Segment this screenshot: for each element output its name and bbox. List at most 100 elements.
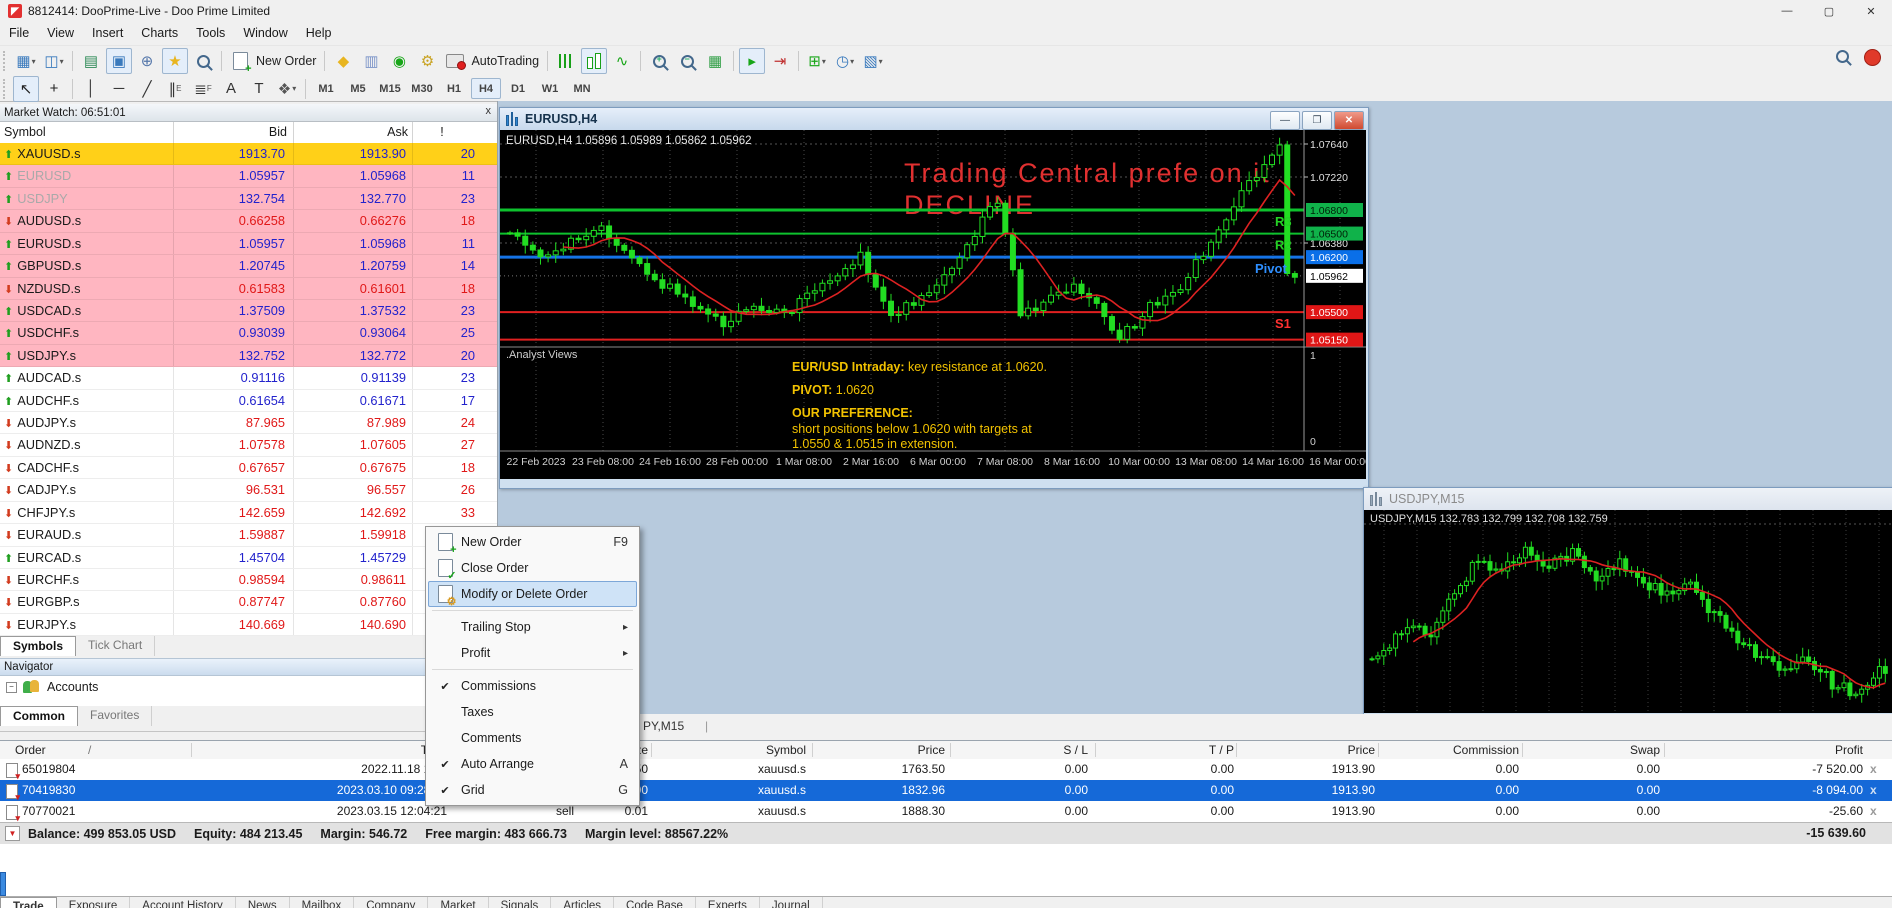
terminal-tab-code-base[interactable]: Code Base [614, 897, 696, 908]
column-spread[interactable]: ! [412, 122, 472, 143]
terminal-tab-articles[interactable]: Articles [551, 897, 614, 908]
tab-symbols[interactable]: Symbols [0, 636, 76, 656]
fibonacci-icon[interactable]: ≣F [190, 76, 216, 102]
strategy-tester-icon[interactable] [190, 48, 216, 74]
market-watch-row-eurchf.s[interactable]: ⬇EURCHF.s0.985940.98611 [0, 569, 497, 591]
eurusd-h4-chart[interactable]: Trading Central prefe on itDECLINEEURUSD… [500, 130, 1366, 479]
minimize-button[interactable]: — [1766, 0, 1808, 22]
market-watch-row-usdjpy.s[interactable]: ⬆USDJPY.s132.752132.77220 [0, 345, 497, 367]
tree-collapse-icon[interactable]: − [6, 682, 17, 693]
timeframe-h4[interactable]: H4 [471, 78, 501, 99]
column-symbol[interactable]: Symbol [4, 122, 46, 143]
autotrading-button-label[interactable]: AutoTrading [471, 54, 539, 68]
market-watch-row-eurcad.s[interactable]: ⬆EURCAD.s1.457041.45729 [0, 547, 497, 569]
menu-item-taxes[interactable]: Taxes [428, 699, 637, 725]
sort-indicator[interactable]: / [88, 741, 91, 759]
timeframe-m5[interactable]: M5 [343, 78, 373, 99]
horizontal-line-icon[interactable]: ─ [106, 76, 132, 102]
timeframe-d1[interactable]: D1 [503, 78, 533, 99]
templates-icon[interactable]: ▧▾ [860, 48, 886, 74]
timeframe-m30[interactable]: M30 [407, 78, 437, 99]
tab-tick-chart[interactable]: Tick Chart [76, 636, 155, 656]
col-profit[interactable]: Profit [1663, 741, 1863, 759]
zoom-in-icon[interactable]: + [646, 48, 672, 74]
timeframe-m1[interactable]: M1 [311, 78, 341, 99]
market-watch-row-audusd.s[interactable]: ⬇AUDUSD.s0.662580.6627618 [0, 210, 497, 232]
menu-item-new-order[interactable]: +New OrderF9 [428, 529, 637, 555]
market-watch-icon[interactable]: ▤ [78, 48, 104, 74]
chart-tab-usdjpy[interactable]: PY,M15 [643, 719, 684, 733]
menu-item-auto-arrange[interactable]: ✔Auto ArrangeA [428, 751, 637, 777]
market-watch-row-gbpusd.s[interactable]: ⬆GBPUSD.s1.207451.2075914 [0, 255, 497, 277]
order-row-70770021[interactable]: ▾707700212023.03.15 12:04:21sell0.01xauu… [0, 801, 1892, 822]
order-row-70419830[interactable]: ▾704198302023.03.10 09:28:15sell1.00xauu… [0, 780, 1892, 801]
menu-insert[interactable]: Insert [83, 22, 132, 45]
menu-item-grid[interactable]: ✔GridG [428, 777, 637, 803]
menu-tools[interactable]: Tools [187, 22, 234, 45]
new-chart-icon[interactable]: ▦▾ [13, 48, 39, 74]
terminal-tab-news[interactable]: News [236, 897, 290, 908]
periods-icon[interactable]: ◷▾ [832, 48, 858, 74]
market-watch-row-audnzd.s[interactable]: ⬇AUDNZD.s1.075781.0760527 [0, 434, 497, 456]
market-watch-row-eurusd.s[interactable]: ⬆EURUSD.s1.059571.0596811 [0, 233, 497, 255]
autotrading-button[interactable] [442, 48, 468, 74]
market-watch-row-audcad.s[interactable]: ⬆AUDCAD.s0.911160.9113923 [0, 367, 497, 389]
line-chart-icon[interactable]: ∿ [609, 48, 635, 74]
trendline-icon[interactable]: ╱ [134, 76, 160, 102]
new-order-button[interactable]: + [227, 48, 253, 74]
shapes-icon[interactable]: ❖▾ [274, 76, 300, 102]
menu-view[interactable]: View [38, 22, 83, 45]
indicators-icon[interactable]: ⊞▾ [804, 48, 830, 74]
chart-minimize-button[interactable]: — [1270, 111, 1300, 130]
market-watch-row-usdjpy[interactable]: ⬆USDJPY132.754132.77023 [0, 188, 497, 210]
chart-shift-icon[interactable]: ⇥ [767, 48, 793, 74]
usdjpy-m15-chart[interactable]: USDJPY,M15 132.783 132.799 132.708 132.7… [1364, 510, 1892, 713]
terminal-tab-mailbox[interactable]: Mailbox [290, 897, 355, 908]
terminal-tab-signals[interactable]: Signals [489, 897, 552, 908]
market-watch-row-eurgbp.s[interactable]: ⬇EURGBP.s0.877470.87760 [0, 591, 497, 613]
close-order-icon[interactable]: x [1870, 780, 1877, 801]
market-watch-row-euraud.s[interactable]: ⬇EURAUD.s1.598871.5991831 [0, 524, 497, 546]
menu-charts[interactable]: Charts [132, 22, 187, 45]
tab-favorites[interactable]: Favorites [78, 706, 152, 726]
column-bid[interactable]: Bid [173, 122, 287, 143]
scrollbar-thumb[interactable] [0, 872, 6, 896]
terminal-tab-journal[interactable]: Journal [760, 897, 823, 908]
terminal-tab-trade[interactable]: Trade [0, 897, 57, 908]
menu-item-profit[interactable]: Profit▸ [428, 640, 637, 666]
timeframe-mn[interactable]: MN [567, 78, 597, 99]
options-icon[interactable]: ⚙ [414, 48, 440, 74]
cursor-icon[interactable]: ↖ [13, 76, 39, 102]
menu-file[interactable]: File [0, 22, 38, 45]
market-watch-row-audchf.s[interactable]: ⬆AUDCHF.s0.616540.6167117 [0, 390, 497, 412]
notification-badge-icon[interactable] [1864, 49, 1881, 66]
new-order-button-label[interactable]: New Order [256, 54, 316, 68]
timeframe-m15[interactable]: M15 [375, 78, 405, 99]
terminal-tab-market[interactable]: Market [428, 897, 488, 908]
search-icon[interactable] [1836, 50, 1849, 68]
signals-icon[interactable]: ◉ [386, 48, 412, 74]
auto-scroll-icon[interactable]: ▸ [739, 48, 765, 74]
menu-help[interactable]: Help [297, 22, 341, 45]
menu-item-commissions[interactable]: ✔Commissions [428, 673, 637, 699]
timeframe-w1[interactable]: W1 [535, 78, 565, 99]
menu-item-modify-or-delete-order[interactable]: ⚙Modify or Delete Order [428, 581, 637, 607]
chart-window-usdjpy[interactable]: USDJPY,M15 USDJPY,M15 132.783 132.799 13… [1363, 487, 1892, 717]
terminal-tab-account-history[interactable]: Account History [130, 897, 236, 908]
market-watch-row-audjpy.s[interactable]: ⬇AUDJPY.s87.96587.98924 [0, 412, 497, 434]
chart-window-titlebar[interactable]: USDJPY,M15 [1364, 488, 1892, 510]
chart-window-eurusd[interactable]: EURUSD,H4 — ❐ ✕ Trading Central prefe on… [499, 107, 1369, 489]
market-watch-row-eurjpy.s[interactable]: ⬇EURJPY.s140.669140.690 [0, 614, 497, 636]
close-order-icon[interactable]: x [1870, 801, 1877, 822]
market-watch-row-eurusd[interactable]: ⬆EURUSD1.059571.0596811 [0, 165, 497, 187]
zoom-out-icon[interactable]: − [674, 48, 700, 74]
column-ask[interactable]: Ask [295, 122, 408, 143]
chart-restore-button[interactable]: ❐ [1302, 111, 1332, 130]
market-watch-row-chfjpy.s[interactable]: ⬇CHFJPY.s142.659142.69233 [0, 502, 497, 524]
tab-common[interactable]: Common [0, 706, 78, 726]
col-order[interactable]: Order [15, 741, 46, 759]
chart-window-titlebar[interactable]: EURUSD,H4 — ❐ ✕ [500, 108, 1368, 130]
navigator-icon[interactable]: ⊕ [134, 48, 160, 74]
channel-icon[interactable]: ∥E [162, 76, 188, 102]
close-button[interactable]: ✕ [1850, 0, 1892, 22]
